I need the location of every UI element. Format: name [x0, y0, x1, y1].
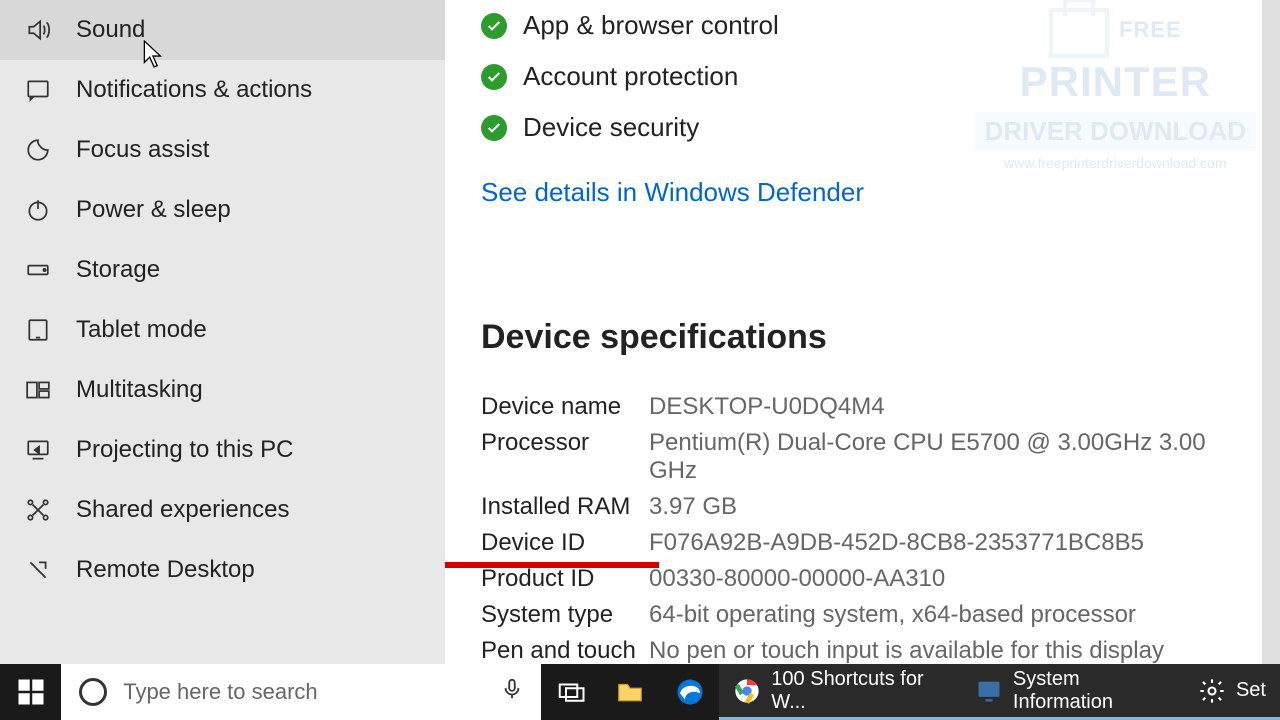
sidebar-item-label: Projecting to this PC [76, 436, 293, 464]
check-icon [481, 115, 507, 141]
check-icon [481, 13, 507, 39]
sidebar-item-shared-experiences[interactable]: Shared experiences [0, 480, 445, 540]
remote-desktop-icon [24, 556, 52, 584]
security-item-label: Account protection [523, 61, 738, 92]
power-icon [24, 196, 52, 224]
sidebar-item-label: Sound [76, 16, 145, 44]
spec-row-ram: Installed RAM 3.97 GB [481, 489, 1280, 525]
check-icon [481, 64, 507, 90]
sidebar-item-label: Notifications & actions [76, 76, 312, 104]
projecting-icon [24, 436, 52, 464]
security-status-list: App & browser control Account protection… [481, 0, 1280, 153]
taskbar-search[interactable]: Type here to search [61, 664, 541, 720]
sidebar-item-label: Power & sleep [76, 196, 231, 224]
taskbar: Type here to search 100 Shortcuts for W.… [0, 664, 1280, 720]
sidebar-item-tablet-mode[interactable]: Tablet mode [0, 300, 445, 360]
taskbar-app-settings[interactable]: Set [1184, 664, 1280, 720]
sidebar-item-notifications[interactable]: Notifications & actions [0, 60, 445, 120]
taskbar-app-label: Set [1236, 679, 1266, 702]
focus-assist-icon [24, 136, 52, 164]
gear-icon [1198, 677, 1226, 705]
start-button[interactable] [0, 664, 61, 720]
spec-row-system-type: System type 64-bit operating system, x64… [481, 597, 1280, 633]
cortana-icon [79, 678, 107, 706]
security-item-label: Device security [523, 112, 699, 143]
multitasking-icon [24, 376, 52, 404]
scrollbar[interactable] [1262, 0, 1280, 664]
spec-row-pen-touch: Pen and touch No pen or touch input is a… [481, 633, 1280, 664]
taskbar-app-label: 100 Shortcuts for W... [771, 668, 947, 714]
sidebar-item-label: Multitasking [76, 376, 203, 404]
task-view-button[interactable] [541, 664, 600, 720]
chrome-icon [733, 677, 761, 705]
security-item: Device security [481, 102, 1280, 153]
settings-sidebar: Sound Notifications & actions Focus assi… [0, 0, 445, 664]
tablet-icon [24, 316, 52, 344]
mic-icon[interactable] [501, 675, 523, 709]
sidebar-item-storage[interactable]: Storage [0, 240, 445, 300]
spec-row-product-id: Product ID 00330-80000-00000-AA310 [481, 561, 1280, 597]
spec-row-device-id: Device ID F076A92B-A9DB-452D-8CB8-235377… [481, 525, 1280, 561]
settings-main: FREEPRINTER DRIVER DOWNLOAD www.freeprin… [445, 0, 1280, 664]
shared-experiences-icon [24, 496, 52, 524]
sidebar-item-label: Remote Desktop [76, 556, 255, 584]
defender-link[interactable]: See details in Windows Defender [481, 177, 864, 208]
taskbar-app-sysinfo[interactable]: System Information [961, 664, 1184, 720]
edge-button[interactable] [660, 664, 719, 720]
sidebar-item-label: Tablet mode [76, 316, 207, 344]
search-placeholder: Type here to search [123, 679, 317, 705]
sidebar-item-sound[interactable]: Sound [0, 0, 445, 60]
sidebar-item-label: Focus assist [76, 136, 209, 164]
device-specs-title: Device specifications [481, 318, 1280, 357]
sound-icon [24, 16, 52, 44]
sidebar-item-multitasking[interactable]: Multitasking [0, 360, 445, 420]
sidebar-item-power-sleep[interactable]: Power & sleep [0, 180, 445, 240]
security-item: Account protection [481, 51, 1280, 102]
sidebar-item-remote-desktop[interactable]: Remote Desktop [0, 540, 445, 600]
spec-row-device-name: Device name DESKTOP-U0DQ4M4 [481, 389, 1280, 425]
storage-icon [24, 256, 52, 284]
taskbar-app-label: System Information [1013, 668, 1170, 714]
device-specs-table: Device name DESKTOP-U0DQ4M4 Processor Pe… [481, 389, 1280, 664]
taskbar-app-chrome[interactable]: 100 Shortcuts for W... [719, 664, 961, 720]
sidebar-item-label: Storage [76, 256, 160, 284]
security-item: App & browser control [481, 0, 1280, 51]
sidebar-item-projecting[interactable]: Projecting to this PC [0, 420, 445, 480]
notifications-icon [24, 76, 52, 104]
file-explorer-button[interactable] [601, 664, 660, 720]
sidebar-item-label: Shared experiences [76, 496, 289, 524]
security-item-label: App & browser control [523, 10, 779, 41]
spec-row-processor: Processor Pentium(R) Dual-Core CPU E5700… [481, 425, 1280, 489]
sysinfo-icon [975, 677, 1003, 705]
sidebar-item-focus-assist[interactable]: Focus assist [0, 120, 445, 180]
